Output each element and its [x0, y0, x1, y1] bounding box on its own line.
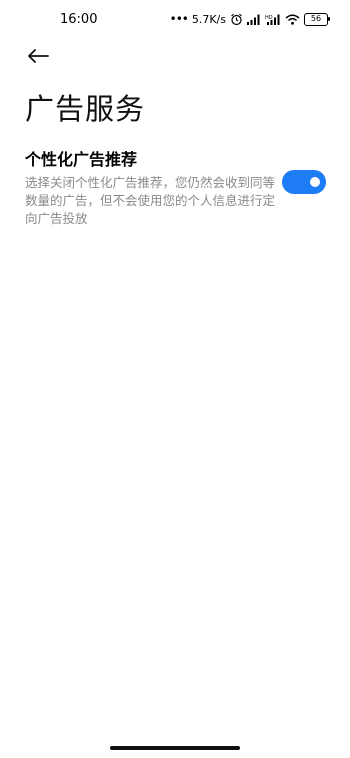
home-indicator[interactable] [110, 746, 240, 750]
wifi-icon [285, 14, 300, 25]
personalized-ads-setting[interactable]: 个性化广告推荐 选择关闭个性化广告推荐，您仍然会收到同等数量的广告，但不会使用您… [25, 146, 325, 228]
status-time: 16:00 [60, 12, 98, 27]
toggle-knob [310, 177, 320, 187]
status-bar: 16:00 ••• 5.7K/s HD 56 [0, 0, 350, 40]
battery-level: 56 [310, 14, 322, 23]
alarm-icon [230, 13, 243, 26]
more-dots: ••• [169, 12, 189, 26]
page-title: 广告服务 [25, 92, 146, 126]
setting-description: 选择关闭个性化广告推荐，您仍然会收到同等数量的广告，但不会使用您的个人信息进行定… [25, 175, 276, 226]
back-button[interactable] [24, 42, 52, 70]
battery-icon: 56 [304, 12, 330, 26]
personalized-ads-toggle[interactable] [282, 170, 326, 194]
signal-icon [247, 14, 261, 25]
status-icons: ••• 5.7K/s HD 56 [169, 12, 330, 26]
network-speed: 5.7K/s [191, 12, 226, 26]
setting-title: 个性化广告推荐 [25, 150, 138, 169]
signal-hd-icon: HD [265, 14, 281, 25]
arrow-left-icon [28, 49, 49, 63]
